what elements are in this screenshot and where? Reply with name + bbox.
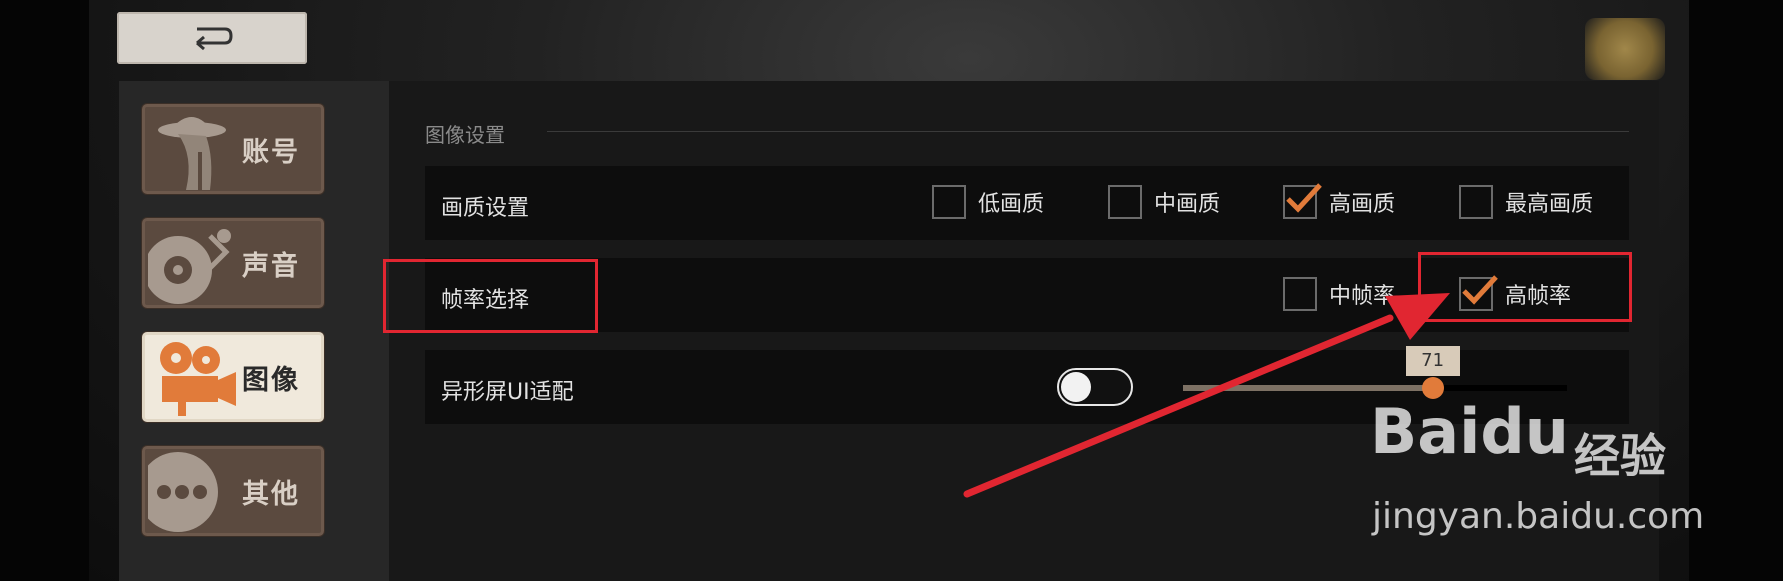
watermark-text: 经验: [1574, 429, 1666, 483]
watermark-url: jingyan.baidu.com: [1372, 496, 1705, 537]
baidu-logo: Baidu: [1370, 395, 1569, 468]
annotation-arrow: [963, 293, 1450, 498]
